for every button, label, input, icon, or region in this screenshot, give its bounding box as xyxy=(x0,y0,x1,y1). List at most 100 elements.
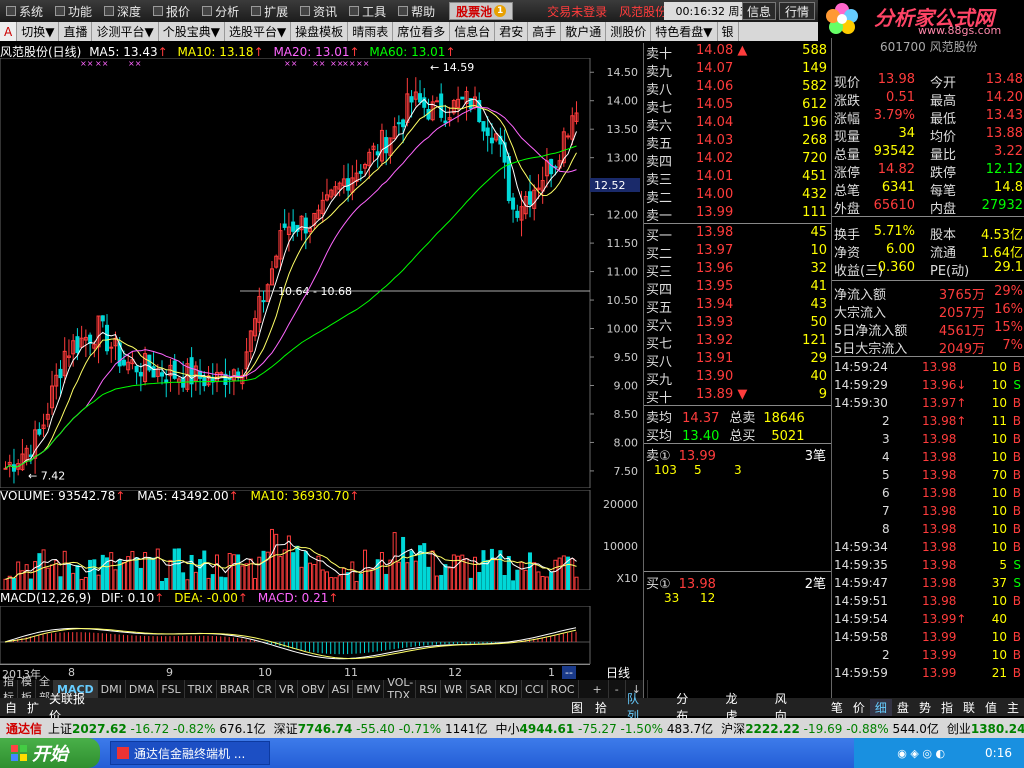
ticker-item-1[interactable]: 深证7746.74 -55.40 -0.71% 1141亿 xyxy=(274,720,488,737)
indicator-tab-16[interactable]: WR xyxy=(441,680,467,698)
volume-bar xyxy=(3,578,8,590)
indicator-tab-14[interactable]: VOL-TDX xyxy=(384,676,417,702)
ticker-item-3[interactable]: 沪深2222.22 -19.69 -0.88% 544.0亿 xyxy=(721,720,939,737)
bottom-tab-right-2[interactable]: 细 xyxy=(869,698,892,716)
indicator-tab-4[interactable]: DMI xyxy=(98,680,126,698)
bottom-tab-left-1[interactable]: 扩 xyxy=(22,699,44,716)
toolbar-item-9[interactable]: 信息台 xyxy=(450,22,496,41)
period-label[interactable]: 日线 xyxy=(594,664,642,680)
indicator-tab-19[interactable]: CCI xyxy=(522,680,548,698)
ask-row: 卖九 14.07 149 xyxy=(644,61,831,80)
bottom-tab-right-5[interactable]: 指 xyxy=(936,699,958,716)
kline-chart[interactable]: 10.64 - 10.68×× ×× ×× ×× ×× ×××× ×× ← 14.59← 7.… xyxy=(0,58,642,488)
toolbar-item-3[interactable]: 诊测平台▼ xyxy=(92,22,159,41)
bottom-tab-mid-1[interactable]: 拾 xyxy=(589,699,613,716)
bottom-tab-mid-0[interactable]: 图 xyxy=(565,699,589,716)
menu-item-8[interactable]: 帮助 xyxy=(392,0,441,22)
volume-bar xyxy=(202,550,207,590)
start-button[interactable]: 开始 xyxy=(0,738,100,768)
bid-price: 13.92 xyxy=(696,333,734,348)
menu-item-1[interactable]: 功能 xyxy=(49,0,98,22)
toolbar-item-13[interactable]: 测股价 xyxy=(606,22,652,41)
toolbar-item-0[interactable]: A xyxy=(0,22,18,41)
trade-row: 14:59:54 13.99↑ 40 xyxy=(834,612,1007,626)
macd-chart[interactable] xyxy=(0,606,642,664)
volume-bar xyxy=(130,550,135,590)
divider xyxy=(832,280,1024,281)
trade-row: 14:59:51 13.98 10 B xyxy=(834,594,1021,608)
stat-row: 总笔 6341 每笔 14.8 xyxy=(834,180,1023,199)
indicator-tab-18[interactable]: KDJ xyxy=(496,680,522,698)
info-button[interactable]: 信息 xyxy=(742,2,776,20)
indicator-tab-6[interactable]: FSL xyxy=(158,680,185,698)
bottom-tab-right-0[interactable]: 笔 xyxy=(826,699,848,716)
bottom-tab-right-6[interactable]: 联 xyxy=(958,699,980,716)
indicator-tab-13[interactable]: EMV xyxy=(353,680,385,698)
bottom-tab-right-3[interactable]: 盘 xyxy=(892,699,914,716)
indicator-tab-0[interactable]: 指标 xyxy=(0,675,18,704)
taskbar-item-tdx[interactable]: 通达信金融终端机 ... xyxy=(110,741,270,765)
sell-queue-value: 5 xyxy=(694,463,702,477)
ticker-item-0[interactable]: 上证2027.62 -16.72 -0.82% 676.1亿 xyxy=(48,720,266,737)
toolbar-item-8[interactable]: 席位看多 xyxy=(393,22,451,41)
signal-marker: ×× xyxy=(312,59,325,68)
menu-item-6[interactable]: 资讯 xyxy=(294,0,343,22)
bottom-tab-right-1[interactable]: 价 xyxy=(848,699,870,716)
toolbar-item-12[interactable]: 散户通 xyxy=(561,22,607,41)
volume-bar xyxy=(523,569,528,590)
indicator-tab-7[interactable]: TRIX xyxy=(185,680,217,698)
volume-bar xyxy=(570,558,575,590)
bid-level: 买八 xyxy=(646,355,673,370)
menu-item-2[interactable]: 深度 xyxy=(98,0,147,22)
ask-level: 卖五 xyxy=(646,137,673,152)
volume-tick-label: 20000 xyxy=(603,498,638,511)
candle xyxy=(37,428,42,435)
toolbar-item-11[interactable]: 高手 xyxy=(528,22,562,41)
ticker-item-4[interactable]: 创业1380.24 -2 xyxy=(947,720,1024,737)
toolbar-item-1[interactable]: 切换▼ xyxy=(17,22,60,41)
menu-item-0[interactable]: 系统 xyxy=(0,0,49,22)
candle xyxy=(443,120,448,124)
toolbar-item-4[interactable]: 个股宝典▼ xyxy=(159,22,225,41)
toolbar-item-7[interactable]: 晴雨表 xyxy=(348,22,394,41)
toolbar-item-15[interactable]: 银 xyxy=(718,22,739,41)
indicator-control-0[interactable]: + xyxy=(587,680,609,698)
bid-price: 13.96 xyxy=(696,261,734,276)
indicator-tab-17[interactable]: SAR xyxy=(467,680,497,698)
indicator-tab-5[interactable]: DMA xyxy=(126,680,159,698)
stock-pool-button[interactable]: 股票池 1 xyxy=(449,2,514,20)
trade-row: 14:59:34 13.98 10 B xyxy=(834,540,1021,554)
volume-chart[interactable]: 20000 10000 X10 xyxy=(0,490,642,590)
bid-price: 13.91 xyxy=(696,351,734,366)
toolbar-item-5[interactable]: 选股平台▼ xyxy=(225,22,292,41)
volume-bar xyxy=(33,561,38,590)
bottom-tab-right-8[interactable]: 主 xyxy=(1002,699,1024,716)
volume-bar xyxy=(401,536,406,590)
bottom-tab-right-4[interactable]: 势 xyxy=(914,699,936,716)
indicator-tab-12[interactable]: ASI xyxy=(329,680,354,698)
bottom-tab-left-0[interactable]: 自 xyxy=(0,699,22,716)
menu-item-7[interactable]: 工具 xyxy=(343,0,392,22)
indicator-tab-8[interactable]: BRAR xyxy=(217,680,254,698)
menu-item-3[interactable]: 报价 xyxy=(147,0,196,22)
menu-item-4[interactable]: 分析 xyxy=(196,0,245,22)
toolbar-item-10[interactable]: 君安 xyxy=(495,22,529,41)
bottom-tab-right-7[interactable]: 值 xyxy=(980,699,1002,716)
trade-row: 14:59:47 13.98 37 S xyxy=(834,576,1021,590)
indicator-tab-15[interactable]: RSI xyxy=(416,680,442,698)
menu-item-5[interactable]: 扩展 xyxy=(245,0,294,22)
toolbar-item-6[interactable]: 操盘模板 xyxy=(291,22,349,41)
volume-bar xyxy=(532,562,537,590)
indicator-tab-1[interactable]: 模板 xyxy=(18,675,36,704)
quote-button[interactable]: 行情 xyxy=(779,2,815,20)
toolbar-item-14[interactable]: 特色看盘▼ xyxy=(651,22,718,41)
indicator-tab-11[interactable]: OBV xyxy=(298,680,329,698)
indicator-tab-9[interactable]: CR xyxy=(254,680,277,698)
indicator-tab-20[interactable]: ROC xyxy=(548,680,579,698)
divider xyxy=(644,443,831,444)
indicator-tab-10[interactable]: VR xyxy=(276,680,299,698)
toolbar-item-2[interactable]: 直播 xyxy=(59,22,93,41)
candle xyxy=(172,360,177,379)
ticker-item-2[interactable]: 中小4944.61 -75.27 -1.50% 483.7亿 xyxy=(496,720,714,737)
trade-login-status[interactable]: 交易未登录 xyxy=(547,3,607,20)
